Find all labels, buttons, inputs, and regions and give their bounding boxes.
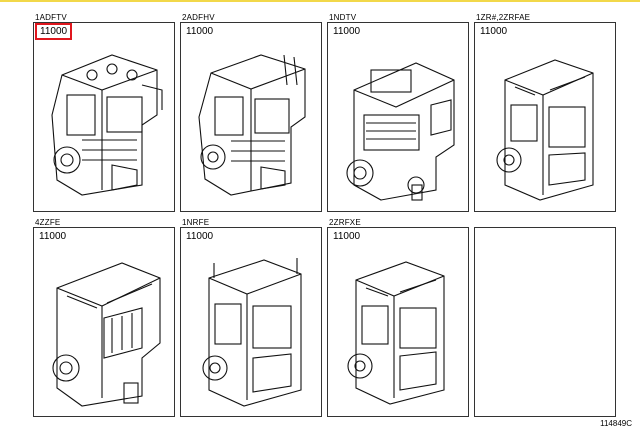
engine-code-label: 1NRFE [182, 218, 210, 227]
part-number[interactable]: 11000 [331, 230, 362, 243]
part-number[interactable]: 11000 [478, 25, 509, 38]
part-number[interactable]: 11000 [37, 230, 68, 243]
part-number[interactable]: 11000 [184, 230, 215, 243]
engine-diagram-icon [51, 54, 163, 196]
engine-code-label: 1NDTV [329, 13, 357, 22]
part-number-highlighted[interactable]: 11000 [35, 23, 73, 40]
engine-diagram-icon [496, 59, 594, 201]
engine-code-label: 2ZRFXE [329, 218, 361, 227]
engine-illustration-cell[interactable]: 11000 [327, 22, 469, 212]
engine-illustration-cell[interactable]: 11000 [474, 22, 616, 212]
part-number[interactable]: 11000 [331, 25, 362, 38]
empty-cell [474, 227, 616, 417]
engine-illustration-cell[interactable]: 11000 [180, 22, 322, 212]
engine-illustration-cell[interactable]: 11000 [33, 22, 175, 212]
engine-diagram-icon [198, 54, 306, 196]
engine-diagram-icon [202, 258, 302, 407]
engine-illustration-cell[interactable]: 11000 [180, 227, 322, 417]
engine-code-label: 1ADFTV [35, 13, 67, 22]
engine-illustration-cell[interactable]: 11000 [327, 227, 469, 417]
engine-diagram-icon [347, 261, 445, 405]
part-number[interactable]: 11000 [184, 25, 215, 38]
engine-diagram-icon [52, 262, 161, 407]
engine-diagram-icon [346, 62, 455, 201]
illustration-number: 114849C [600, 419, 632, 428]
top-accent-border [0, 0, 640, 2]
engine-code-label: 2ADFHV [182, 13, 215, 22]
engine-code-label: 4ZZFE [35, 218, 61, 227]
engine-code-label: 1ZR#,2ZRFAE [476, 13, 531, 22]
engine-illustration-cell[interactable]: 11000 [33, 227, 175, 417]
